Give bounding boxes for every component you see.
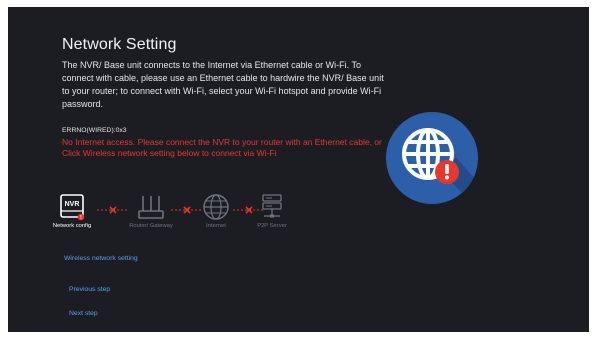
node-label: Internet — [206, 223, 226, 229]
wireless-network-setting-link[interactable]: Wireless network setting — [64, 255, 138, 262]
page-description: The NVR/ Base unit connects to the Inter… — [62, 60, 384, 109]
router-icon — [138, 196, 164, 219]
node-label: P2P Server — [257, 223, 287, 229]
globe-icon — [203, 194, 229, 220]
nvr-icon-text: NVR — [65, 201, 80, 208]
node-label: Router/ Gateway — [129, 223, 173, 229]
setup-screen: Network Setting The NVR/ Base unit conne… — [8, 7, 589, 332]
error-code: ERRNO(WIRED):0x3 — [62, 127, 127, 134]
connection-diagram: NVR ! Network config Router/ Gateway Int… — [52, 193, 352, 243]
page-title: Network Setting — [62, 36, 177, 53]
nvr-icon: NVR ! — [60, 194, 85, 221]
node-label: Network config — [52, 223, 92, 229]
server-icon — [262, 194, 282, 218]
error-message: No Internet access. Please connect the N… — [62, 137, 382, 158]
link-disconnected-icon — [97, 206, 129, 214]
node-internet: Internet — [198, 193, 234, 229]
next-step-button[interactable]: Next step — [69, 310, 98, 317]
globe-error-icon — [386, 112, 478, 204]
previous-step-button[interactable]: Previous step — [69, 286, 110, 293]
node-p2p-server: P2P Server — [252, 193, 292, 229]
node-router: Router/ Gateway — [126, 193, 176, 229]
node-network-config: NVR ! Network config — [52, 193, 92, 229]
